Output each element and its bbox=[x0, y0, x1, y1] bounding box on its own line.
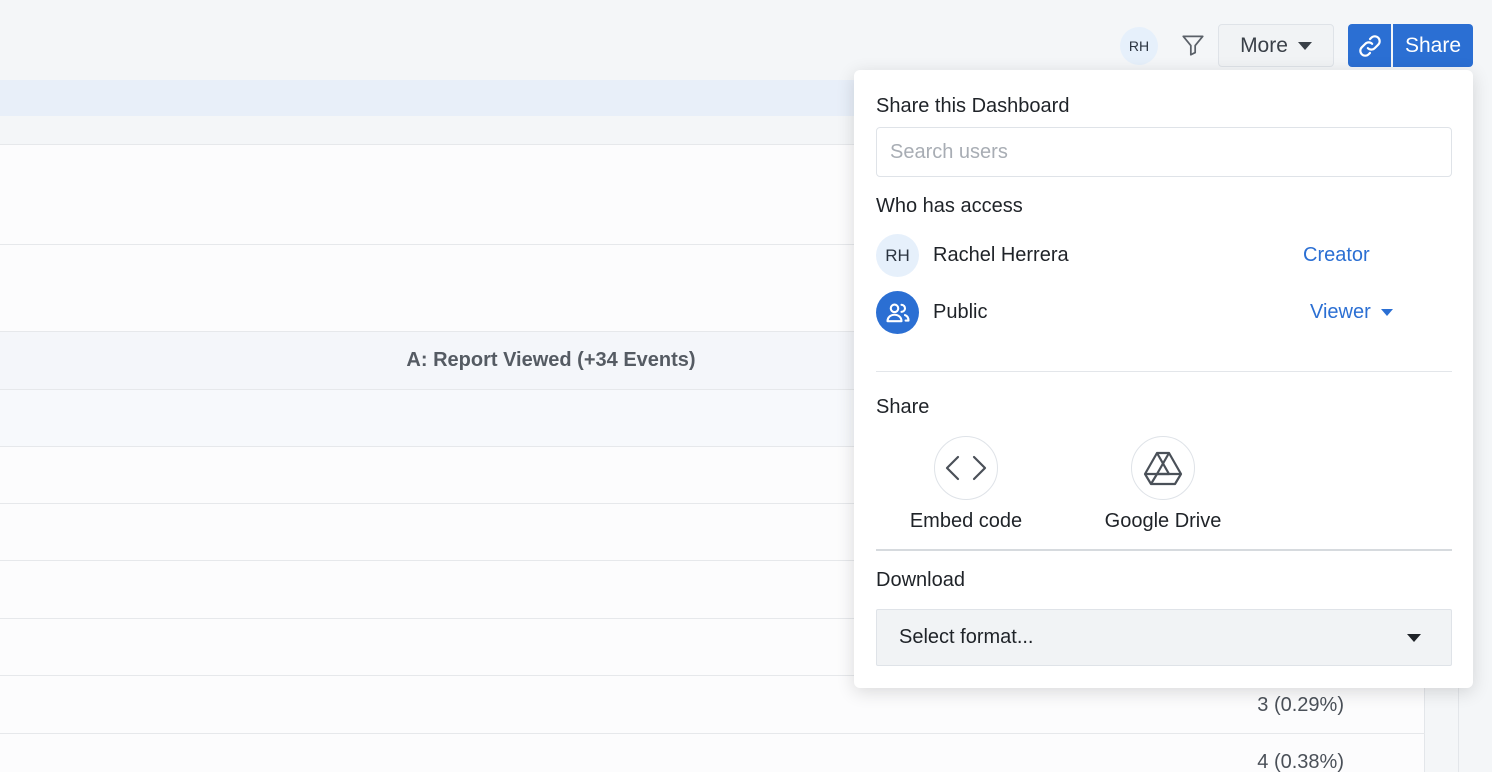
chevron-down-icon bbox=[1297, 41, 1312, 50]
search-users-input[interactable] bbox=[876, 127, 1452, 177]
share-section-label: Share bbox=[876, 396, 930, 418]
copy-link-button[interactable] bbox=[1348, 24, 1391, 67]
share-popover: Share this Dashboard Who has access RH R… bbox=[854, 70, 1473, 688]
access-user-name: Public bbox=[933, 301, 988, 323]
user-avatar[interactable]: RH bbox=[1120, 27, 1158, 65]
more-button[interactable]: More bbox=[1218, 24, 1334, 67]
more-label: More bbox=[1240, 33, 1288, 57]
google-drive-label: Google Drive bbox=[1104, 510, 1222, 532]
embed-code-label: Embed code bbox=[909, 510, 1023, 532]
link-icon bbox=[1358, 34, 1381, 57]
subheader-band bbox=[0, 116, 860, 144]
users-icon bbox=[876, 291, 919, 334]
role-text: Creator bbox=[1303, 244, 1370, 266]
filter-button[interactable] bbox=[1177, 29, 1209, 61]
avatar: RH bbox=[876, 234, 919, 277]
header-band bbox=[0, 80, 860, 116]
top-toolbar: RH More Share bbox=[0, 0, 1492, 80]
google-drive-icon bbox=[1131, 436, 1195, 500]
table-cell-value: 4 (0.38%) bbox=[1257, 751, 1344, 772]
chevron-down-icon bbox=[1407, 633, 1421, 642]
table-cell-value: 3 (0.29%) bbox=[1257, 694, 1344, 716]
access-row-public: Public Viewer bbox=[876, 291, 1452, 335]
divider bbox=[876, 371, 1452, 372]
row-divider bbox=[0, 733, 1425, 734]
role-text: Viewer bbox=[1310, 301, 1371, 323]
access-user-name: Rachel Herrera bbox=[933, 244, 1069, 266]
download-format-select[interactable]: Select format... bbox=[876, 609, 1452, 666]
download-label: Download bbox=[876, 569, 965, 591]
who-has-access-label: Who has access bbox=[876, 195, 1023, 217]
share-button[interactable]: Share bbox=[1393, 24, 1473, 67]
filter-icon bbox=[1182, 35, 1204, 56]
chevron-down-icon bbox=[1380, 309, 1393, 316]
role-dropdown-viewer[interactable]: Viewer bbox=[1310, 301, 1393, 324]
divider bbox=[876, 549, 1452, 551]
event-group-title: A: Report Viewed (+34 Events) bbox=[406, 348, 696, 371]
access-row-creator: RH Rachel Herrera Creator bbox=[876, 234, 1452, 278]
google-drive-option[interactable]: Google Drive bbox=[1083, 436, 1243, 533]
role-label-creator: Creator bbox=[1303, 244, 1370, 267]
code-icon bbox=[934, 436, 998, 500]
format-select-value: Select format... bbox=[899, 626, 1034, 648]
embed-code-option[interactable]: Embed code bbox=[886, 436, 1046, 533]
popover-title: Share this Dashboard bbox=[876, 95, 1070, 117]
